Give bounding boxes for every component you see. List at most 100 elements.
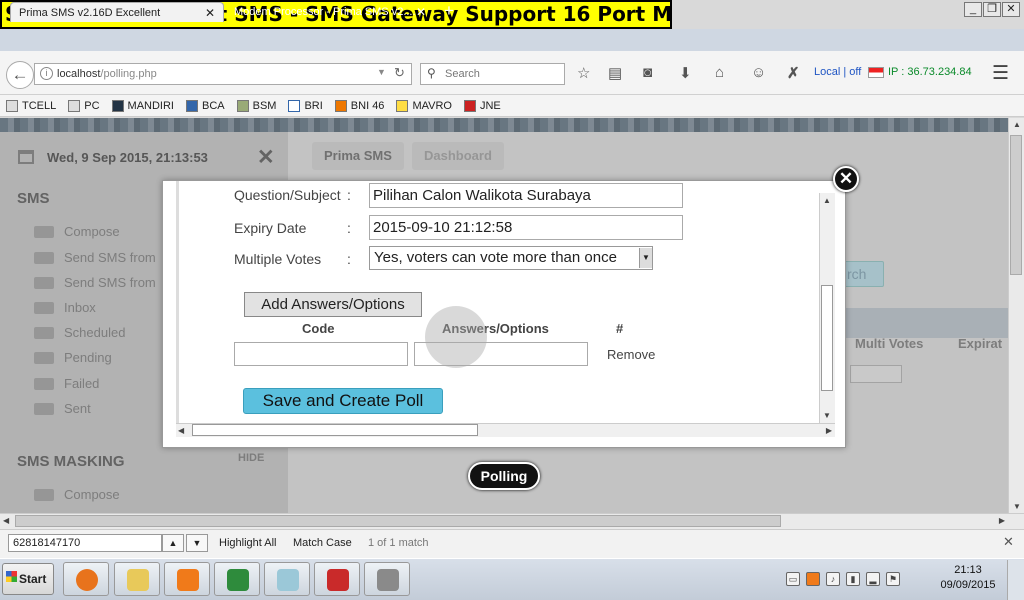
url-dropdown-icon[interactable]: ▼ (377, 67, 386, 77)
volume-icon[interactable]: ♪ (826, 572, 840, 586)
column-code: Code (302, 321, 335, 336)
taskbar-app-notebook[interactable] (264, 562, 310, 596)
restore-button[interactable]: ❐ (983, 2, 1001, 17)
home-icon[interactable]: ⌂ (715, 64, 724, 81)
scroll-left-icon[interactable]: ◀ (3, 516, 9, 525)
taskbar-app-explorer[interactable] (114, 562, 160, 596)
taskbar-clock[interactable]: 21:13 09/09/2015 (938, 563, 998, 593)
bookmark-bca[interactable]: BCA (185, 99, 225, 112)
create-poll-dialog: Question/Subject : Pilihan Calon Walikot… (162, 180, 846, 448)
bookmark-bsm[interactable]: BSM (236, 99, 276, 112)
indonesia-flag-icon (868, 67, 884, 78)
scroll-down-icon[interactable]: ▼ (823, 411, 831, 420)
scroll-up-icon[interactable]: ▲ (1013, 120, 1021, 129)
match-case-toggle[interactable]: Match Case (293, 537, 352, 549)
search-icon: ⚲ (427, 66, 436, 80)
colon: : (347, 220, 351, 236)
search-input[interactable]: Search (420, 63, 565, 85)
find-next-icon[interactable]: ▼ (186, 534, 208, 552)
bookmark-mavro[interactable]: MAVRO (396, 99, 452, 112)
chat-icon[interactable]: ☺ (751, 64, 766, 81)
bookmark-star-icon[interactable]: ☆ (577, 64, 590, 82)
tab-prima-sms[interactable]: Prima SMS v2.16D Excellent ✕ (10, 2, 224, 22)
url-bar[interactable]: localhost/polling.php (34, 63, 412, 85)
scroll-down-icon[interactable]: ▼ (1013, 502, 1021, 511)
media-icon (377, 569, 399, 591)
multiple-votes-select[interactable]: Yes, voters can vote more than once (369, 246, 653, 270)
dialog-close-icon[interactable]: ✕ (833, 166, 859, 192)
add-answers-button[interactable]: Add Answers/Options (244, 292, 422, 317)
show-desktop-button[interactable] (1007, 560, 1024, 600)
pocket-icon[interactable]: ◙ (643, 64, 652, 81)
highlight-all-toggle[interactable]: Highlight All (219, 537, 276, 549)
new-tab-button[interactable]: + (444, 1, 454, 21)
taskbar-app-toolbox[interactable] (314, 562, 360, 596)
multiple-votes-label: Multiple Votes (234, 251, 322, 267)
close-window-button[interactable]: ✕ (1002, 2, 1020, 17)
taskbar-app-firefox[interactable] (63, 562, 109, 596)
bsm-icon (236, 99, 249, 112)
tab-close-icon[interactable]: ✕ (416, 2, 426, 22)
question-field[interactable]: Pilihan Calon Walikota Surabaya (369, 183, 683, 208)
scroll-right-icon[interactable]: ▶ (826, 426, 832, 435)
find-previous-icon[interactable]: ▲ (162, 534, 184, 552)
toolbox-icon (327, 569, 349, 591)
save-create-poll-button[interactable]: Save and Create Poll (243, 388, 443, 414)
page-vertical-scroll-thumb[interactable] (1010, 135, 1022, 275)
taskbar-app-media[interactable] (364, 562, 410, 596)
flag-icon[interactable]: ⚑ (886, 572, 900, 586)
bookmarks-bar: TCELL PC MANDIRI BCA BSM BRI BNI 46 MAVR… (0, 95, 1024, 117)
question-label: Question/Subject (234, 187, 341, 203)
clock-date: 09/09/2015 (940, 579, 996, 591)
expiry-date-field[interactable]: 2015-09-10 21:12:58 (369, 215, 683, 240)
taskbar-app-excel[interactable] (214, 562, 260, 596)
find-close-icon[interactable]: ✕ (1003, 534, 1014, 550)
tab-bar (0, 29, 1024, 51)
find-match-count: 1 of 1 match (368, 537, 429, 549)
reload-icon[interactable]: ↻ (394, 65, 405, 81)
back-button[interactable]: ← (6, 61, 34, 89)
bookmark-bni[interactable]: BNI 46 (334, 99, 384, 112)
taskbar-app-xampp[interactable] (164, 562, 210, 596)
minimize-button[interactable]: _ (964, 2, 982, 17)
download-icon[interactable]: ⬇ (679, 64, 692, 82)
ip-address: IP : 36.73.234.84 (888, 66, 972, 78)
bri-icon (288, 99, 301, 112)
tab-close-icon[interactable]: ✕ (205, 3, 215, 23)
colon: : (347, 187, 351, 203)
reading-list-icon[interactable]: ▤ (608, 64, 622, 82)
xampp-tray-icon[interactable] (806, 572, 820, 586)
bni-icon (334, 99, 347, 112)
remove-link[interactable]: Remove (607, 347, 655, 362)
bookmark-mandiri[interactable]: MANDIRI (111, 99, 174, 112)
page-horizontal-scroll-thumb[interactable] (15, 515, 781, 527)
dialog-vertical-scroll-thumb[interactable] (821, 285, 833, 391)
window-controls: _ ❐ ✕ (964, 2, 1020, 17)
local-status[interactable]: Local | off (814, 66, 861, 78)
site-info-icon[interactable]: i (40, 67, 53, 80)
monitor-icon[interactable]: ▭ (786, 572, 800, 586)
scroll-left-icon[interactable]: ◀ (178, 426, 184, 435)
xampp-icon (177, 569, 199, 591)
bookmark-jne[interactable]: JNE (463, 99, 501, 112)
url-path: /polling.php (100, 68, 157, 80)
network-icon[interactable]: ▂ (866, 572, 880, 586)
addon-x-icon[interactable]: ✗ (787, 64, 800, 82)
select-arrow-icon[interactable]: ▼ (639, 248, 652, 268)
polling-label: Polling (468, 462, 540, 490)
find-input[interactable]: 62818147170 (8, 534, 162, 552)
bca-icon (185, 99, 198, 112)
bookmark-tcell[interactable]: TCELL (6, 99, 56, 112)
scroll-right-icon[interactable]: ▶ (999, 516, 1005, 525)
tab-modem-processor[interactable]: Modem Processor - Prima SMS v2.... ✕ (226, 2, 434, 22)
bookmark-pc[interactable]: PC (68, 99, 100, 112)
code-input[interactable] (234, 342, 408, 366)
hamburger-menu-icon[interactable]: ☰ (992, 62, 1009, 85)
dialog-horizontal-scroll-thumb[interactable] (192, 424, 478, 436)
excel-icon (227, 569, 249, 591)
battery-icon[interactable]: ▮ (846, 572, 860, 586)
windows-logo-icon (6, 571, 17, 582)
scroll-up-icon[interactable]: ▲ (823, 196, 831, 205)
tab-label: Prima SMS v2.16D Excellent (19, 7, 161, 19)
bookmark-bri[interactable]: BRI (288, 99, 323, 112)
